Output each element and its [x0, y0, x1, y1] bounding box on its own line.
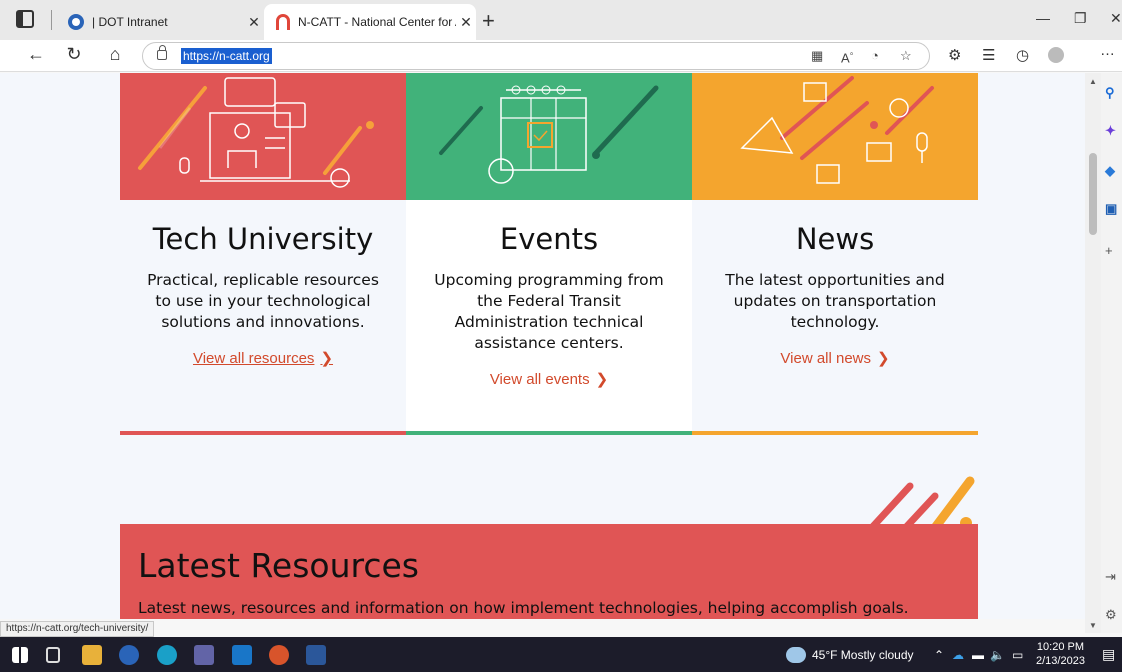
vertical-scrollbar[interactable]: ▲ ▼ [1085, 73, 1101, 633]
card-events: Events Upcoming programming from the Fed… [406, 73, 692, 435]
dot-favicon-icon [68, 14, 84, 30]
clock-date: 2/13/2023 [1036, 655, 1085, 667]
card-title: News [795, 222, 875, 256]
card-body: Tech University Practical, replicable re… [120, 200, 406, 435]
scroll-down-icon[interactable]: ▼ [1089, 621, 1097, 630]
outlook-taskbar-icon[interactable] [232, 645, 252, 665]
home-icon[interactable]: ⌂ [103, 44, 127, 65]
section-description: Latest news, resources and information o… [138, 599, 909, 617]
link-label: View all news [780, 350, 872, 367]
section-title: Latest Resources [138, 546, 419, 585]
back-icon[interactable]: ← [24, 44, 48, 65]
view-all-resources-link[interactable]: View all resources ❯ [193, 349, 333, 367]
chevron-right-icon: ❯ [320, 350, 334, 367]
card-description: The latest opportunities and updates on … [725, 271, 945, 331]
tab-divider [51, 10, 52, 30]
status-url-tooltip: https://n-catt.org/tech-university/ [0, 621, 155, 637]
address-input[interactable]: https://n-catt.org [181, 48, 272, 64]
card-accent-bar [406, 431, 692, 435]
card-accent-bar [692, 431, 978, 435]
edge-icon[interactable] [157, 645, 177, 665]
display-icon[interactable]: ▭ [1012, 648, 1023, 662]
volume-icon[interactable]: 🔈 [990, 648, 1005, 662]
address-bar[interactable]: https://n-catt.org ▦ A◦ ◔ ☆ [142, 42, 930, 70]
tab-strip: | DOT Intranet ✕ N-CATT - National Cente… [0, 0, 1122, 40]
view-all-news-link[interactable]: View all news ❯ [780, 349, 889, 367]
tab-title: N-CATT - National Center for Ap [298, 15, 456, 29]
refresh-icon[interactable]: ↻ [62, 44, 86, 65]
close-tab-icon[interactable]: ✕ [456, 14, 476, 31]
card-body: Events Upcoming programming from the Fed… [406, 200, 692, 435]
battery-icon[interactable]: ▬ [972, 648, 984, 662]
task-view-icon[interactable] [46, 647, 60, 663]
notifications-icon[interactable]: ▤ [1102, 646, 1115, 663]
clock-time: 10:20 PM [1036, 641, 1085, 653]
news-banner [692, 73, 978, 200]
latest-resources-section: Latest Resources Latest news, resources … [120, 524, 978, 619]
card-news: News The latest opportunities and update… [692, 73, 978, 435]
card-body: News The latest opportunities and update… [692, 200, 978, 435]
settings-icon[interactable]: ⚙ [1105, 607, 1117, 623]
app-available-icon[interactable]: ▦ [811, 48, 823, 64]
scroll-thumb[interactable] [1089, 153, 1097, 235]
read-aloud-icon[interactable]: A◦ [841, 48, 854, 65]
weather-text[interactable]: 45°F Mostly cloudy [812, 648, 914, 662]
search-icon[interactable]: ⚲ [1105, 85, 1115, 101]
outlook-icon[interactable]: ▣ [1105, 201, 1117, 217]
tracking-prevention-icon[interactable]: ◔ [871, 48, 879, 63]
weather-icon[interactable] [786, 647, 806, 663]
link-label: View all events [489, 371, 590, 388]
tab-title: | DOT Intranet [92, 15, 168, 29]
extensions-icon[interactable]: ⚙ [948, 46, 961, 64]
chevron-right-icon: ❯ [595, 371, 609, 388]
favorites-icon[interactable]: ☰ [982, 46, 995, 64]
card-description: Upcoming programming from the Federal Tr… [434, 271, 664, 352]
discover-icon[interactable]: ✦ [1105, 123, 1116, 139]
news-illustration [740, 76, 934, 184]
new-tab-icon[interactable]: + [482, 8, 495, 34]
word-icon[interactable] [306, 645, 326, 665]
more-icon[interactable]: … [1100, 42, 1115, 59]
page-viewport: Tech University Practical, replicable re… [0, 73, 1085, 619]
hide-sidebar-icon[interactable]: ⇥ [1105, 569, 1116, 585]
address-row: ← ↻ ⌂ https://n-catt.org ▦ A◦ ◔ ☆ ⚙ ☰ ◷ … [0, 40, 1122, 72]
history-icon[interactable]: ◷ [1016, 46, 1029, 64]
edge-sidebar: ⚲ ✦ ◆ ▣ + ⇥ ⚙ [1101, 73, 1122, 633]
chevron-right-icon: ❯ [877, 350, 890, 367]
taskbar: 45°F Mostly cloudy ⌃ ☁ ▬ 🔈 ▭ 10:20 PM 2/… [0, 637, 1122, 672]
link-label: View all resources [192, 350, 315, 367]
card-title: Tech University [152, 222, 374, 256]
card-tech-university: Tech University Practical, replicable re… [120, 73, 406, 435]
ncatt-favicon-icon [276, 14, 290, 30]
card-description: Practical, replicable resources to use i… [147, 271, 379, 331]
dot-app-icon[interactable] [119, 645, 139, 665]
tab-ncatt[interactable]: N-CATT - National Center for Ap ✕ [264, 4, 476, 40]
add-app-icon[interactable]: + [1105, 243, 1113, 258]
events-banner [406, 73, 692, 200]
file-explorer-icon[interactable] [82, 645, 102, 665]
add-favorite-icon[interactable]: ☆ [900, 48, 912, 64]
show-hidden-icons-icon[interactable]: ⌃ [934, 648, 944, 662]
close-tab-icon[interactable]: ✕ [244, 14, 264, 31]
tools-icon[interactable]: ◆ [1105, 163, 1115, 179]
lock-icon[interactable] [157, 45, 167, 60]
minimize-icon[interactable]: — [1036, 10, 1050, 26]
close-window-icon[interactable]: ✕ [1110, 10, 1122, 27]
powerpoint-icon[interactable] [269, 645, 289, 665]
tab-dot-intranet[interactable]: | DOT Intranet ✕ [62, 4, 264, 40]
card-title: Events [499, 222, 599, 256]
restore-icon[interactable]: ❐ [1074, 10, 1087, 27]
onedrive-icon[interactable]: ☁ [952, 648, 964, 662]
profile-avatar[interactable] [1048, 47, 1064, 63]
tab-actions-icon[interactable] [16, 10, 34, 28]
view-all-events-link[interactable]: View all events ❯ [490, 370, 608, 388]
start-icon[interactable] [12, 647, 28, 663]
clock[interactable]: 10:20 PM 2/13/2023 [1036, 640, 1085, 668]
events-illustration [439, 85, 659, 184]
scroll-up-icon[interactable]: ▲ [1089, 77, 1097, 86]
tech-university-illustration [138, 77, 374, 188]
teams-icon[interactable] [194, 645, 214, 665]
tech-university-banner [120, 73, 406, 200]
card-accent-bar [120, 431, 406, 435]
